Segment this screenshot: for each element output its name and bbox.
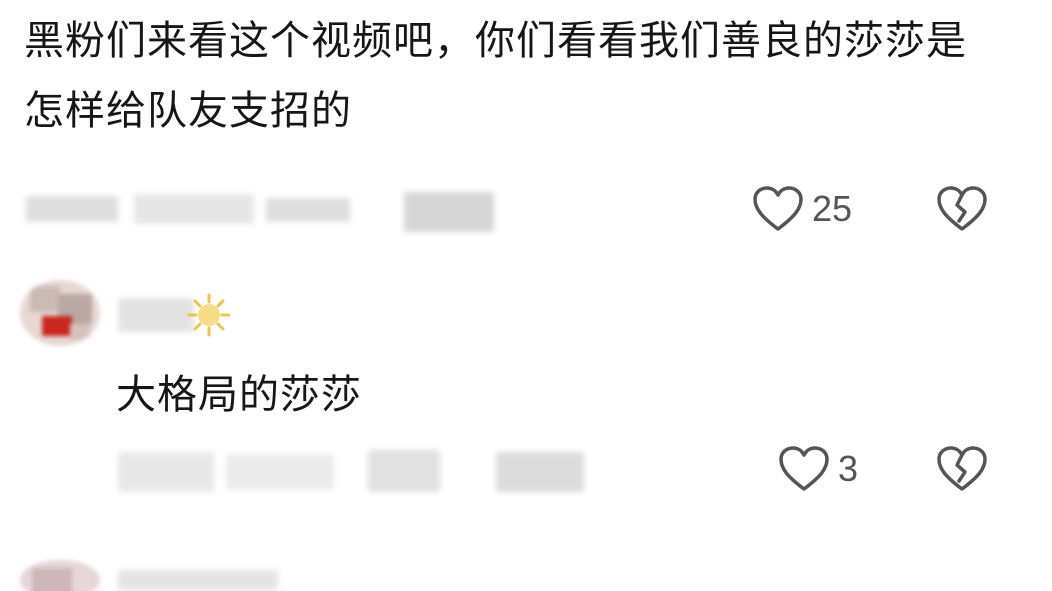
- like-count: 25: [812, 188, 853, 229]
- avatar[interactable]: [20, 560, 100, 591]
- avatar[interactable]: [20, 280, 100, 346]
- comment-text: 大格局的莎莎: [116, 372, 362, 418]
- like-count: 3: [838, 448, 859, 489]
- dislike-button[interactable]: [936, 444, 988, 494]
- broken-heart-icon: [936, 445, 988, 493]
- comment-text: 黑粉们来看这个视频吧，你们看看我们善良的莎莎是怎样给队友支招的: [24, 18, 967, 134]
- sun-emoji-icon: [186, 292, 232, 342]
- dislike-button[interactable]: [936, 184, 988, 234]
- like-button[interactable]: 3: [778, 444, 858, 494]
- broken-heart-icon: [936, 185, 988, 233]
- comment-feed: 黑粉们来看这个视频吧，你们看看我们善良的莎莎是怎样给队友支招的 25 大格局的莎…: [0, 0, 1052, 591]
- heart-outline-icon: [752, 185, 804, 233]
- like-button[interactable]: 25: [752, 184, 852, 234]
- heart-outline-icon: [778, 445, 830, 493]
